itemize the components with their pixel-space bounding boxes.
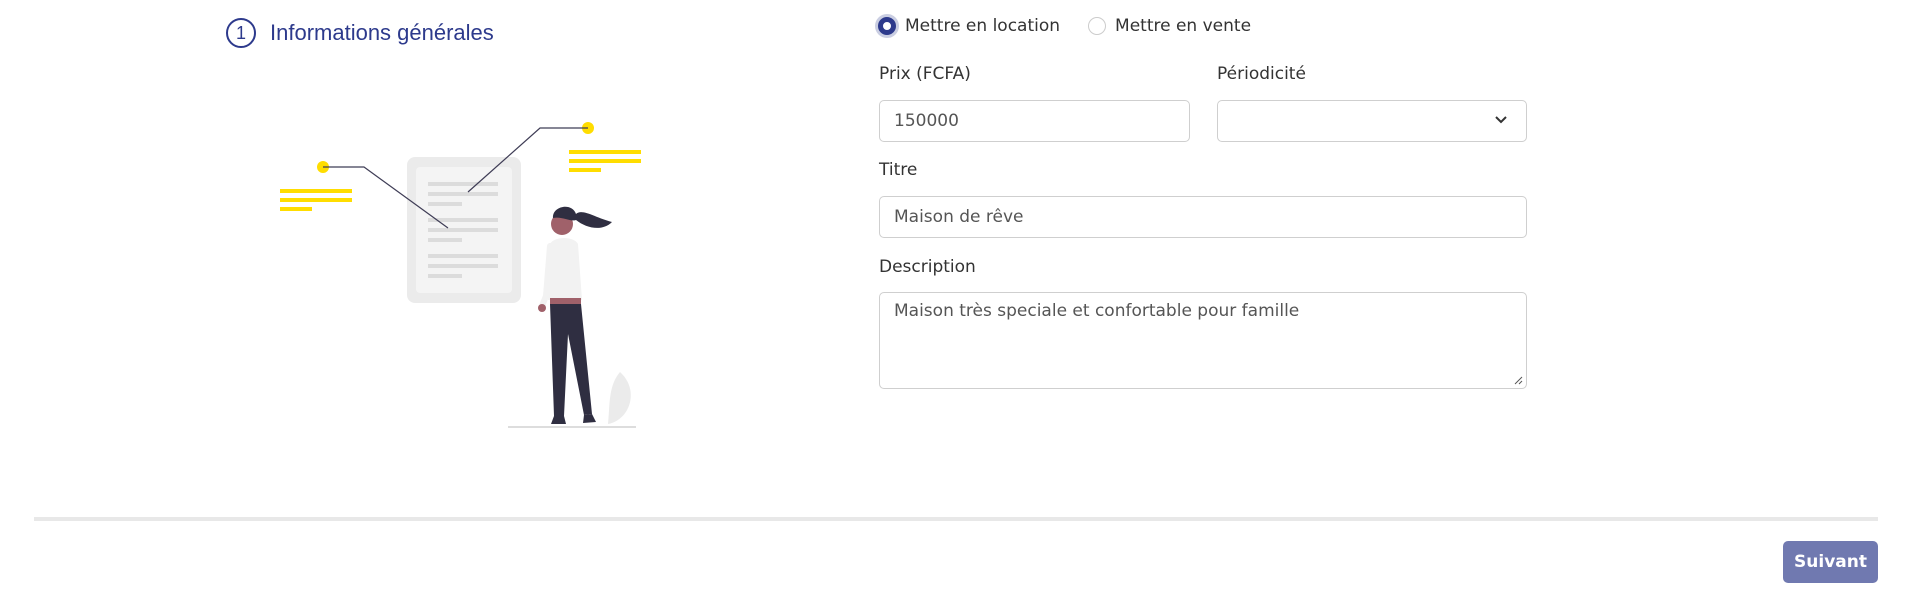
radio-location-label[interactable]: Mettre en location (905, 16, 1060, 36)
step-number-badge: 1 (226, 18, 256, 48)
periodicity-select[interactable] (1217, 100, 1527, 142)
periodicity-label: Périodicité (1217, 64, 1306, 84)
footer-divider (34, 517, 1878, 521)
description-label: Description (879, 257, 976, 277)
chevron-down-icon (1495, 116, 1507, 124)
title-input[interactable]: Maison de rêve (879, 196, 1527, 238)
document-woman-illustration (280, 122, 641, 428)
radio-sale[interactable] (1088, 17, 1107, 35)
listing-type-radio-group: Mettre en location Mettre en vente (878, 16, 1279, 36)
radio-sale-label[interactable]: Mettre en vente (1115, 16, 1251, 36)
radio-location[interactable] (878, 17, 896, 35)
price-label: Prix (FCFA) (879, 64, 971, 84)
price-input[interactable]: 150000 (879, 100, 1190, 142)
description-textarea[interactable]: Maison très speciale et confortable pour… (879, 292, 1527, 389)
section-header: 1 Informations générales (226, 18, 494, 48)
section-title: Informations générales (270, 20, 494, 45)
description-text: Maison très speciale et confortable pour… (894, 301, 1300, 321)
resize-handle-icon[interactable] (1513, 375, 1523, 385)
title-label: Titre (879, 160, 918, 180)
woman-figure (538, 206, 612, 424)
next-button[interactable]: Suivant (1783, 541, 1878, 583)
